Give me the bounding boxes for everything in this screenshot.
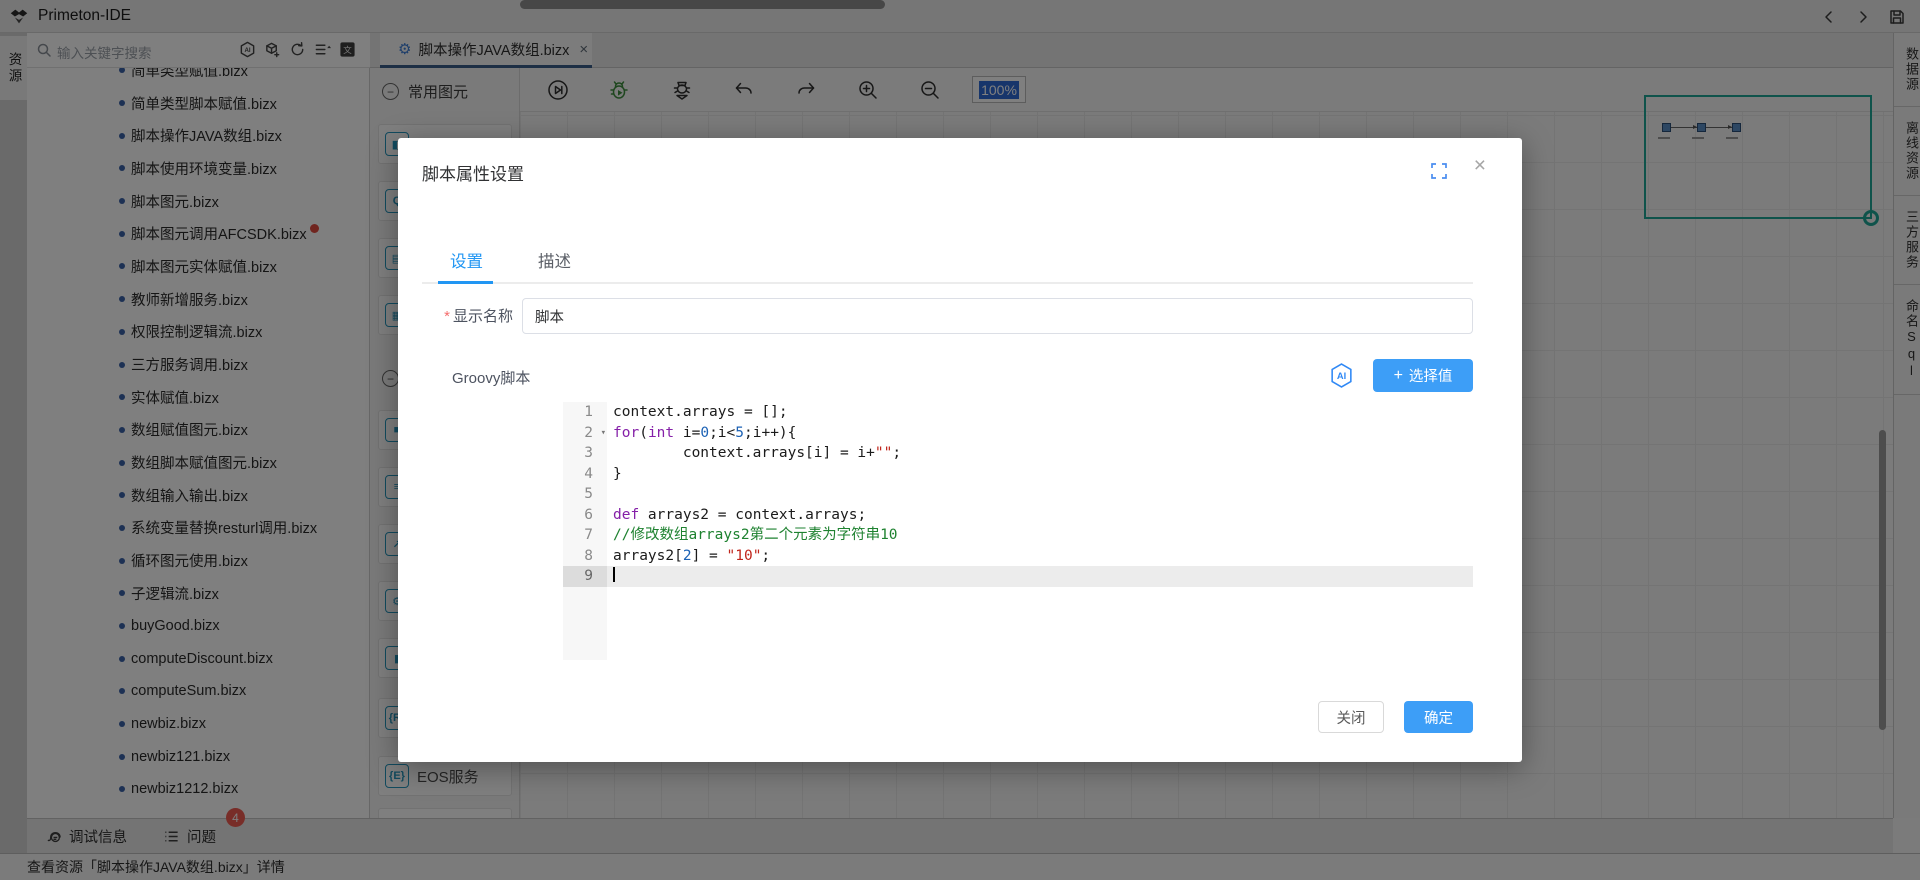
line-number: 4	[563, 463, 607, 484]
dialog-title: 脚本属性设置	[422, 165, 524, 184]
code-line[interactable]: 8 arrays2[2] = "10";	[563, 545, 1473, 566]
text-cursor	[613, 567, 615, 582]
code-line[interactable]: 4}	[563, 463, 1473, 484]
select-value-button[interactable]: + 选择值	[1373, 359, 1473, 392]
tab-settings[interactable]: 设置	[450, 248, 483, 272]
close-icon[interactable]: ×	[1474, 154, 1486, 178]
line-number: 6	[563, 504, 607, 525]
ok-button[interactable]: 确定	[1404, 701, 1473, 733]
code-line[interactable]: 3 context.arrays[i] = i+"";	[563, 443, 1473, 464]
dialog-tabs: 设置 描述	[422, 238, 1473, 284]
line-number: 1	[563, 402, 607, 423]
app-window: Primeton-IDE 资源 输入关键字搜索 AI 文 简单类型赋值.bizx…	[0, 0, 1920, 880]
code-line[interactable]: 2 ▾ for(int i=0;i<5;i++){	[563, 422, 1473, 444]
ai-assist-icon[interactable]: AI	[1328, 362, 1355, 389]
code-line[interactable]: 7//修改数组arrays2第二个元素为字符串10	[563, 525, 1473, 546]
svg-text:AI: AI	[1337, 371, 1346, 381]
tab-description[interactable]: 描述	[538, 248, 571, 272]
code-line[interactable]: 1 context.arrays = [];	[563, 402, 1473, 423]
display-name-label: 显示名称	[452, 308, 513, 325]
close-button[interactable]: 关闭	[1318, 701, 1384, 733]
active-tab-underline	[438, 281, 493, 284]
code-line[interactable]: 9	[563, 566, 1473, 587]
line-number: 5	[563, 484, 607, 505]
line-number: 9	[563, 566, 607, 587]
groovy-script-row: Groovy脚本 AI + 选择值	[422, 358, 1473, 396]
display-name-row: * 显示名称	[422, 296, 1473, 336]
line-number: 3	[563, 443, 607, 464]
code-line[interactable]: 5	[563, 484, 1473, 505]
line-number: 2 ▾	[563, 422, 607, 444]
required-asterisk: *	[444, 308, 450, 325]
groovy-code-editor[interactable]: 1 context.arrays = []; 2 ▾ for(int i=0;i<5;i…	[563, 402, 1473, 660]
line-number: 7	[563, 525, 607, 546]
fold-caret-icon[interactable]: ▾	[601, 423, 606, 444]
code-line[interactable]: 6 def arrays2 = context.arrays;	[563, 504, 1473, 525]
code-lines: 1 context.arrays = []; 2 ▾ for(int i=0;i<5;i…	[563, 402, 1473, 587]
display-name-input[interactable]	[522, 298, 1473, 334]
groovy-script-label: Groovy脚本	[452, 370, 531, 387]
fullscreen-icon[interactable]	[1430, 162, 1448, 180]
script-properties-dialog: 脚本属性设置 × 设置 描述 *显示名称 Groovy脚本 AI + 选择值	[398, 138, 1522, 762]
line-number: 8	[563, 545, 607, 566]
plus-icon: +	[1393, 366, 1403, 384]
